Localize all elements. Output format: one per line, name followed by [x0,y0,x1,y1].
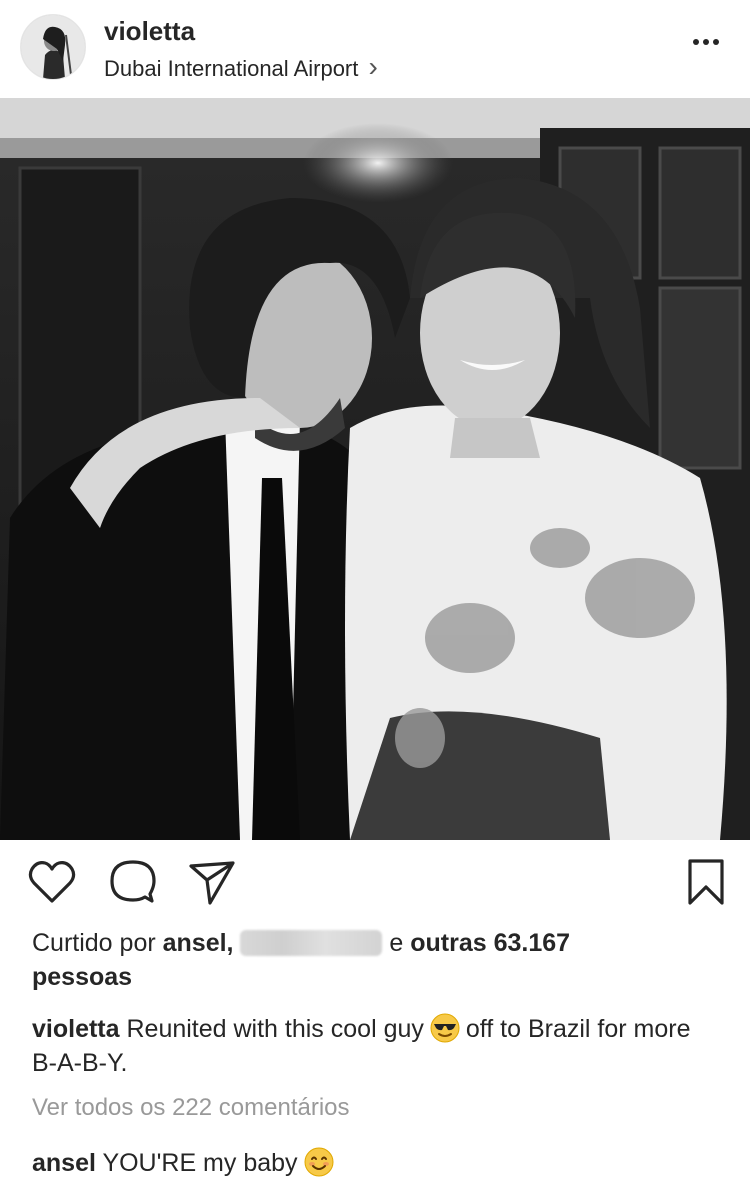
smiling-face-emoji [304,1147,334,1177]
likes-others[interactable]: outras 63.167 [410,929,570,957]
post-image [0,98,750,840]
comment-username[interactable]: ansel [32,1149,96,1177]
comment-text: YOU'RE my baby [102,1149,298,1177]
more-options-button[interactable] [690,30,726,54]
avatar[interactable] [20,14,86,80]
comment-item: ansel YOU'RE my baby [32,1146,340,1180]
blurred-username [240,930,383,956]
sunglasses-face-emoji [430,1013,460,1043]
post-actions [0,850,750,914]
post-username[interactable]: violetta [104,16,195,47]
likes-suffix: pessoas [32,963,133,991]
caption-username[interactable]: violetta [32,1015,120,1043]
comment-icon [110,860,156,903]
post-caption: violetta Reunited with this cool guy off… [32,1012,722,1080]
comment-button[interactable] [106,856,158,908]
post-header: violetta Dubai International Airport › [0,0,750,98]
first-liker[interactable]: ansel, [163,929,234,957]
more-options-icon [693,39,719,45]
heart-icon [28,861,76,903]
caption-text-1: Reunited with this cool guy [126,1015,424,1043]
share-icon [189,861,235,905]
likes-summary[interactable]: Curtido por ansel, e outras 63.167 pesso… [32,926,722,994]
chevron-right-icon: › [368,51,378,82]
share-button[interactable] [186,856,238,908]
likes-connector: e [382,929,411,957]
likes-prefix: Curtido por [32,929,163,957]
view-all-comments-link[interactable]: Ver todos os 222 comentários [32,1094,350,1122]
bookmark-icon [688,859,724,905]
post-photo[interactable] [0,98,750,840]
avatar-image [21,15,85,79]
location-text: Dubai International Airport [104,56,359,81]
bookmark-button[interactable] [680,856,732,908]
post-location[interactable]: Dubai International Airport › [104,51,378,83]
like-button[interactable] [26,856,78,908]
